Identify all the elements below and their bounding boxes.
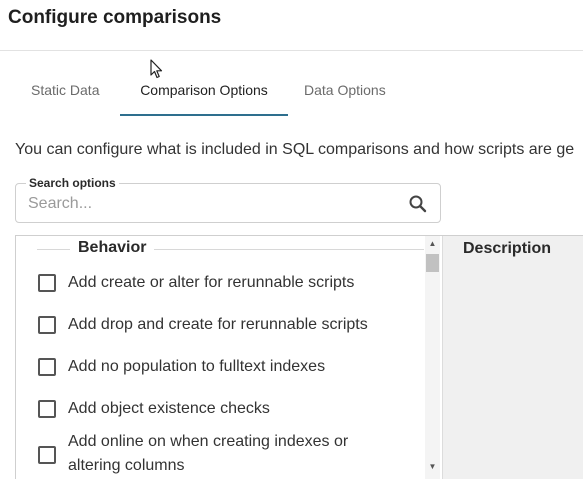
option-label: Add create or alter for rerunnable scrip… bbox=[68, 274, 355, 291]
tab-data-options[interactable]: Data Options bbox=[304, 72, 386, 114]
option-checkbox[interactable] bbox=[38, 400, 56, 418]
option-checkbox[interactable] bbox=[38, 274, 56, 292]
tab-bar: Static Data Comparison Options Data Opti… bbox=[0, 72, 583, 116]
description-pane: Description bbox=[442, 236, 583, 479]
option-add-no-population[interactable]: Add no population to fulltext indexes bbox=[16, 358, 425, 398]
scrollbar-thumb[interactable] bbox=[426, 254, 439, 272]
options-list: Behavior Add create or alter for rerunna… bbox=[16, 236, 425, 479]
intro-text: You can configure what is included in SQ… bbox=[15, 141, 575, 158]
tab-comparison-options[interactable]: Comparison Options bbox=[120, 72, 288, 116]
option-label: Add drop and create for rerunnable scrip… bbox=[68, 316, 368, 333]
scroll-down-arrow-icon[interactable]: ▼ bbox=[425, 461, 440, 473]
search-label: Search options bbox=[26, 176, 119, 190]
group-title-behavior: Behavior bbox=[70, 239, 155, 257]
option-checkbox[interactable] bbox=[38, 358, 56, 376]
options-scrollbar[interactable]: ▲ ▼ bbox=[425, 236, 440, 479]
option-checkbox[interactable] bbox=[38, 446, 56, 464]
search-icon[interactable] bbox=[408, 194, 428, 214]
option-checkbox[interactable] bbox=[38, 316, 56, 334]
option-label: Add no population to fulltext indexes bbox=[68, 358, 326, 375]
option-label: Add object existence checks bbox=[68, 400, 270, 417]
options-panel: Behavior Add create or alter for rerunna… bbox=[15, 235, 583, 479]
header-divider bbox=[0, 50, 583, 51]
tab-static-data[interactable]: Static Data bbox=[31, 72, 99, 114]
option-add-online-on[interactable]: Add online on when creating indexes or a… bbox=[16, 431, 425, 479]
scroll-up-arrow-icon[interactable]: ▲ bbox=[425, 238, 440, 250]
search-input[interactable] bbox=[28, 194, 388, 214]
option-add-create-or-alter[interactable]: Add create or alter for rerunnable scrip… bbox=[16, 274, 425, 314]
option-add-drop-and-create[interactable]: Add drop and create for rerunnable scrip… bbox=[16, 316, 425, 356]
dialog-title: Configure comparisons bbox=[8, 7, 222, 28]
option-label: Add online on when creating indexes or a… bbox=[68, 433, 349, 474]
description-title: Description bbox=[463, 240, 552, 257]
